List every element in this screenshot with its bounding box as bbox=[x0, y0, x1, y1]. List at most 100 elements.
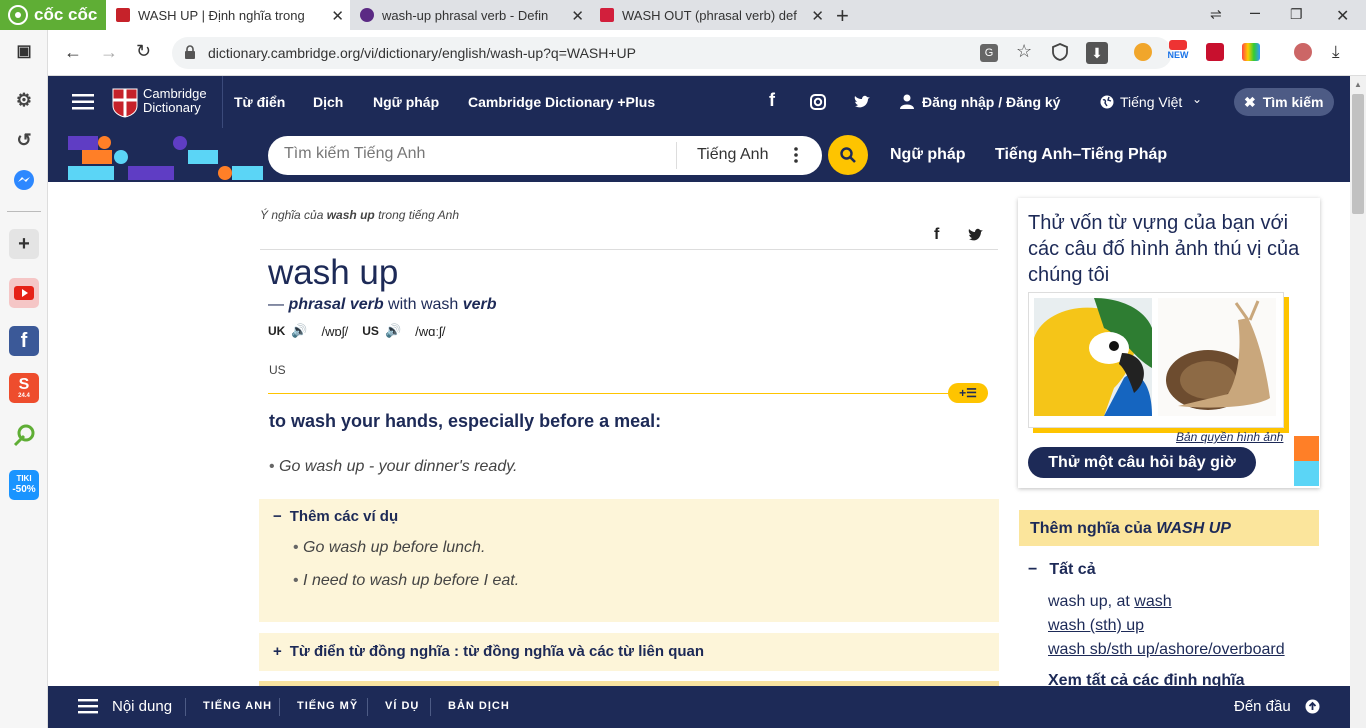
facebook-icon[interactable]: f bbox=[769, 90, 775, 111]
meaning-link[interactable]: wash (sth) up bbox=[1048, 617, 1144, 634]
quiz-start-button[interactable]: Thử một câu hỏi bây giờ bbox=[1028, 447, 1256, 478]
more-examples-label: Thêm các ví dụ bbox=[289, 508, 399, 525]
shield-icon[interactable] bbox=[1052, 43, 1068, 61]
close-window-button[interactable]: ✕ bbox=[1336, 6, 1349, 26]
back-to-top-label[interactable]: Đến đầu bbox=[1234, 698, 1291, 715]
all-label: Tất cả bbox=[1049, 561, 1096, 578]
image-copyright-link[interactable]: Bản quyền hình ảnh bbox=[1176, 430, 1283, 444]
shopee-icon[interactable]: S 24.4 bbox=[9, 373, 39, 403]
tiki-icon[interactable]: TIKI -50% bbox=[9, 470, 39, 500]
share-twitter-icon[interactable] bbox=[968, 228, 983, 241]
more-options-icon[interactable] bbox=[794, 147, 798, 163]
oxford-favicon-icon bbox=[360, 8, 374, 22]
grammar-link[interactable]: Ngữ pháp bbox=[890, 146, 966, 164]
logo-line2: Dictionary bbox=[143, 100, 201, 115]
header-divider bbox=[222, 76, 223, 128]
facebook-icon[interactable]: f bbox=[9, 326, 39, 356]
translate-icon[interactable]: G bbox=[980, 44, 998, 62]
back-icon[interactable]: ← bbox=[64, 42, 82, 63]
dictionary-select[interactable]: Tiếng Anh bbox=[697, 146, 768, 164]
search-input[interactable] bbox=[284, 145, 664, 163]
instagram-icon[interactable] bbox=[810, 94, 826, 110]
pos-with: with wash bbox=[383, 296, 463, 313]
arrow-up-icon[interactable] bbox=[1305, 699, 1320, 714]
bottom-tab-american[interactable]: TIẾNG MỸ bbox=[297, 700, 358, 712]
downloads-icon[interactable]: ⤓ bbox=[1332, 42, 1340, 62]
youtube-icon[interactable] bbox=[9, 278, 39, 308]
history-icon[interactable]: ↺ bbox=[9, 125, 39, 155]
nav-grammar[interactable]: Ngữ pháp bbox=[373, 94, 439, 110]
twitter-icon[interactable] bbox=[854, 95, 870, 109]
bookmark-star-icon[interactable]: ☆ bbox=[1016, 41, 1032, 62]
all-meanings-toggle[interactable]: − Tất cả bbox=[1028, 561, 1096, 579]
us-speaker-icon[interactable]: 🔊 bbox=[385, 323, 401, 339]
thesaurus-box[interactable]: + Từ điển từ đồng nghĩa : từ đồng nghĩa v… bbox=[259, 633, 999, 671]
close-icon: ✖ bbox=[1244, 93, 1256, 110]
close-tab-icon[interactable]: ✕ bbox=[811, 7, 824, 25]
language-select[interactable]: Tiếng Việt bbox=[1120, 94, 1182, 110]
menu-icon[interactable] bbox=[72, 94, 94, 110]
share-facebook-icon[interactable]: f bbox=[934, 226, 939, 244]
english-french-link[interactable]: Tiếng Anh–Tiếng Pháp bbox=[995, 146, 1167, 164]
extension-chrome-icon[interactable] bbox=[1134, 43, 1152, 61]
nav-dictionary[interactable]: Từ điển bbox=[234, 94, 285, 110]
login-link[interactable]: Đăng nhập / Đăng ký bbox=[922, 94, 1060, 110]
leaf-app-icon[interactable] bbox=[9, 420, 39, 450]
maximize-button[interactable]: ❐ bbox=[1290, 6, 1303, 23]
tab-search-icon[interactable]: ⇌ bbox=[1210, 6, 1222, 23]
contents-menu-icon[interactable] bbox=[78, 699, 98, 714]
cambridge-crest-icon[interactable] bbox=[112, 88, 138, 118]
scroll-up-icon[interactable]: ▲ bbox=[1354, 80, 1362, 89]
new-badge: NEW bbox=[1167, 50, 1189, 60]
search-button[interactable] bbox=[828, 135, 868, 175]
meaning-link[interactable]: wash sb/sth up/ashore/overboard bbox=[1048, 641, 1285, 658]
nav-plus[interactable]: Cambridge Dictionary +Plus bbox=[468, 94, 655, 110]
close-tab-icon[interactable]: ✕ bbox=[571, 7, 584, 25]
extension-new-icon[interactable]: NEW bbox=[1164, 40, 1192, 66]
uk-speaker-icon[interactable]: 🔊 bbox=[291, 323, 307, 339]
close-tab-icon[interactable]: ✕ bbox=[331, 7, 344, 25]
search-divider bbox=[676, 142, 677, 169]
tab-macmillan[interactable]: WASH OUT (phrasal verb) def ✕ bbox=[590, 0, 830, 30]
tab-oxford[interactable]: wash-up phrasal verb - Defin ✕ bbox=[350, 0, 590, 30]
add-to-list-button[interactable]: +☰ bbox=[948, 383, 988, 403]
meaning-prefix: wash up, at bbox=[1048, 593, 1135, 610]
site-logo[interactable]: Cambridge Dictionary bbox=[143, 87, 207, 115]
settings-icon[interactable]: ⚙ bbox=[9, 85, 39, 115]
thesaurus-toggle[interactable]: + Từ điển từ đồng nghĩa : từ đồng nghĩa v… bbox=[273, 643, 704, 660]
forward-icon[interactable]: → bbox=[100, 42, 118, 63]
omnibox[interactable]: dictionary.cambridge.org/vi/dictionary/e… bbox=[172, 37, 1172, 69]
bottom-tab-english[interactable]: TIẾNG ANH bbox=[203, 700, 272, 712]
quiz-image[interactable] bbox=[1028, 292, 1284, 428]
sidebar-toggle-icon[interactable]: ▣ bbox=[9, 36, 39, 66]
scrollbar-thumb[interactable] bbox=[1352, 94, 1364, 214]
meaning-link[interactable]: wash bbox=[1134, 593, 1171, 610]
extension-red-icon[interactable] bbox=[1206, 43, 1224, 61]
coccoc-brand[interactable]: cốc cốc bbox=[0, 0, 106, 30]
thesaurus-label: Từ điển từ đồng nghĩa : từ đồng nghĩa và… bbox=[289, 643, 705, 660]
headword: wash up bbox=[268, 253, 399, 292]
page-scrollbar[interactable]: ▲ bbox=[1350, 76, 1366, 728]
profile-avatar[interactable] bbox=[1294, 43, 1312, 61]
bullet: • bbox=[269, 458, 280, 475]
more-examples-toggle[interactable]: − Thêm các ví dụ bbox=[273, 508, 398, 525]
extension-color-icon[interactable] bbox=[1242, 43, 1260, 61]
bottom-tab-translations[interactable]: BẢN DỊCH bbox=[448, 700, 510, 712]
quiz-title: Thử vốn từ vựng của bạn với các câu đố h… bbox=[1028, 212, 1300, 286]
reload-icon[interactable]: ↻ bbox=[136, 41, 151, 62]
user-icon[interactable] bbox=[900, 94, 914, 109]
collapse-icon: − bbox=[273, 508, 282, 525]
contents-label[interactable]: Nội dung bbox=[112, 698, 172, 715]
close-search-button[interactable]: ✖ Tìm kiếm bbox=[1234, 88, 1334, 116]
nav-translate[interactable]: Dịch bbox=[313, 94, 343, 110]
bottom-tab-examples[interactable]: VÍ DỤ bbox=[385, 700, 419, 712]
messenger-icon[interactable] bbox=[9, 165, 39, 195]
download-page-icon[interactable]: ⬇ bbox=[1086, 42, 1108, 64]
search-box: Tiếng Anh bbox=[268, 136, 822, 175]
tab-wash-up-cambridge[interactable]: WASH UP | Định nghĩa trong ✕ bbox=[106, 0, 350, 30]
decor-block bbox=[68, 166, 114, 180]
new-tab-button[interactable]: + bbox=[836, 3, 849, 29]
globe-icon[interactable] bbox=[1100, 95, 1114, 109]
add-app-icon[interactable]: + bbox=[9, 229, 39, 259]
minimize-button[interactable]: – bbox=[1250, 2, 1260, 23]
